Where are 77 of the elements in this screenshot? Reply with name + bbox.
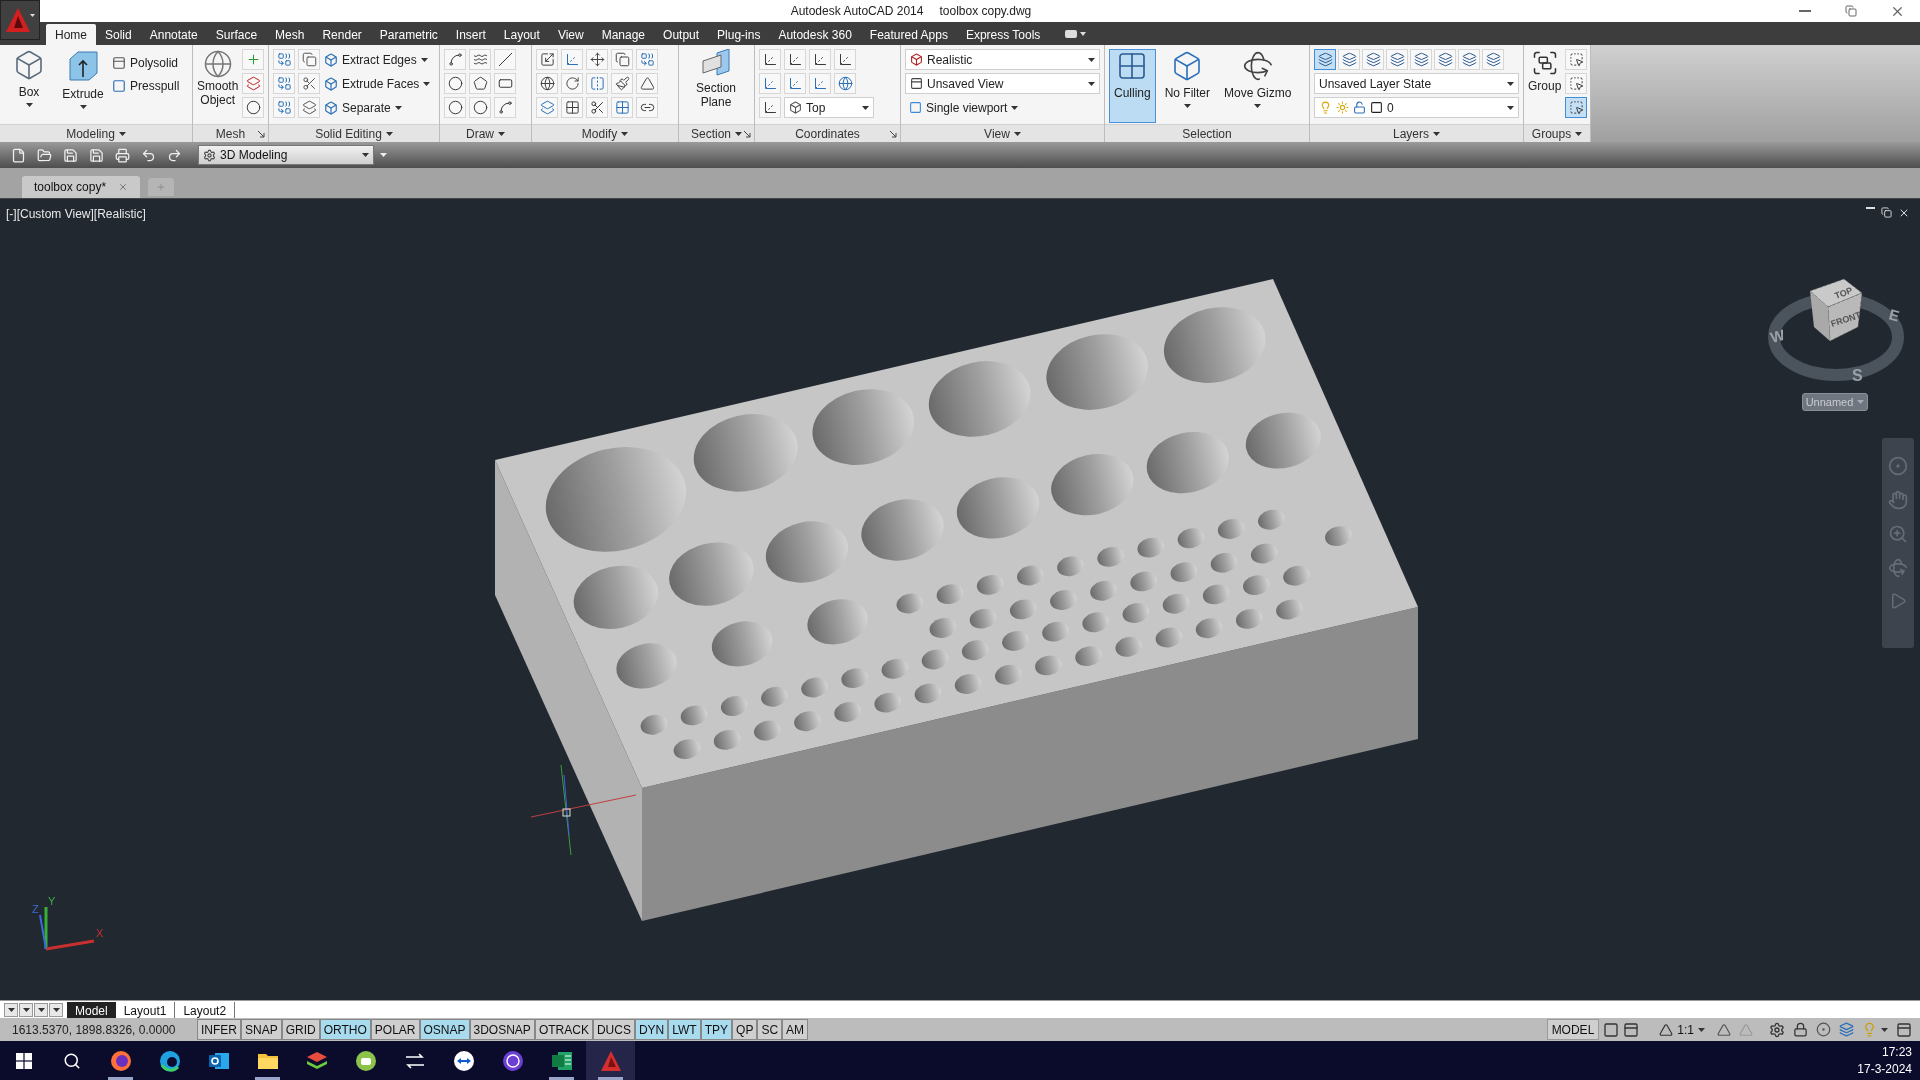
large-tool-button[interactable]: Group <box>1528 49 1562 95</box>
panel-title: Selection <box>1182 125 1232 143</box>
large-tool-button[interactable]: Move Gizmo <box>1219 49 1297 123</box>
small-tool-button[interactable]: Separate <box>324 97 431 118</box>
ribbon-tab[interactable]: Plug-ins <box>708 24 770 45</box>
ribbon-tab[interactable]: Annotate <box>140 24 207 45</box>
ribbon-tab[interactable]: Express Tools <box>956 24 1050 45</box>
panel-title: Groups <box>1531 125 1572 143</box>
status-toggle[interactable]: 3DOSNAP <box>469 1019 535 1040</box>
status-toggle[interactable]: AM <box>782 1019 809 1040</box>
panel-title: Layers <box>1393 125 1429 143</box>
large-tool-button[interactable]: Smooth Object <box>197 49 239 107</box>
ribbon-tab[interactable]: Parametric <box>370 24 447 45</box>
small-tool-button[interactable]: Extrude Faces <box>324 73 431 94</box>
ribbon-tab[interactable]: Solid <box>96 24 141 45</box>
status-toggle[interactable]: LWT <box>668 1019 701 1040</box>
ribbon-tab[interactable]: Render <box>313 24 371 45</box>
visual-style-dropdown[interactable]: Realistic <box>905 49 1100 70</box>
viewport-label[interactable]: [-][Custom View][Realistic] <box>6 205 146 223</box>
large-tool-button[interactable]: Culling <box>1109 49 1156 123</box>
viewport-config-dropdown[interactable]: Single viewport <box>905 97 1023 118</box>
panel-title: Mesh <box>215 125 246 143</box>
ribbon-tab[interactable]: Layout <box>494 24 549 45</box>
status-toggle[interactable]: SC <box>757 1019 783 1040</box>
ribbon-tab[interactable]: Insert <box>446 24 495 45</box>
panel-title: Coordinates <box>795 125 860 143</box>
ribbon-tab[interactable]: Output <box>654 24 709 45</box>
large-tool-button[interactable]: Section Plane <box>683 49 749 109</box>
large-tool-button[interactable]: Extrude <box>58 49 108 123</box>
workspace-dropdown[interactable]: 3D Modeling <box>198 145 374 165</box>
status-toggle[interactable]: DYN <box>634 1019 669 1040</box>
panel-title: Solid Editing <box>315 125 382 143</box>
status-toggle[interactable]: QP <box>732 1019 758 1040</box>
status-toggle[interactable]: OSNAP <box>419 1019 470 1040</box>
status-toggle[interactable]: DUCS <box>592 1019 635 1040</box>
large-tool-button[interactable]: Box <box>4 49 54 123</box>
panel-title: View <box>984 125 1010 143</box>
file-name: toolbox copy.dwg <box>939 3 1032 20</box>
status-toggle[interactable]: TPY <box>700 1019 733 1040</box>
coordinates-readout: 1613.5370, 1898.8326, 0.0000 <box>11 1021 177 1039</box>
ribbon-tab[interactable]: Autodesk 360 <box>769 24 861 45</box>
clock-time[interactable]: 17:23 <box>1881 1043 1912 1061</box>
document-tab[interactable]: toolbox copy* <box>22 176 141 198</box>
annotation-scale-button[interactable]: 1:1 <box>1655 1019 1709 1040</box>
clock-date[interactable]: 17-3-2024 <box>1857 1060 1912 1078</box>
ribbon-tab[interactable]: Surface <box>206 24 267 45</box>
ribbon-tab[interactable]: View <box>548 24 593 45</box>
small-tool-button[interactable]: Presspull <box>112 76 180 96</box>
panel-title: Modeling <box>66 125 115 143</box>
space-indicator[interactable]: MODEL <box>1546 1019 1600 1040</box>
status-toggle[interactable]: GRID <box>281 1019 320 1040</box>
panel-title: Draw <box>466 125 494 143</box>
status-toggle[interactable]: INFER <box>197 1019 241 1040</box>
ribbon-tab[interactable]: Featured Apps <box>860 24 957 45</box>
ucs-axis-drawing: Y Z X <box>30 893 110 955</box>
compass-label: E <box>1887 305 1902 325</box>
named-view-dropdown[interactable]: Unsaved View <box>905 73 1100 94</box>
ribbon-tab[interactable]: Mesh <box>266 24 314 45</box>
status-toggle[interactable]: POLAR <box>370 1019 420 1040</box>
panel-title: Modify <box>581 125 618 143</box>
view-direction-dropdown[interactable]: Top <box>784 97 874 118</box>
panel-title: Section <box>691 125 731 143</box>
status-toggle[interactable]: OTRACK <box>534 1019 593 1040</box>
compass-label: W <box>1768 325 1787 346</box>
status-toggle[interactable]: ORTHO <box>319 1019 371 1040</box>
small-tool-button[interactable]: Polysolid <box>112 53 180 73</box>
layer-dropdown[interactable]: 0 <box>1314 97 1519 118</box>
cube-face-label: TOP <box>1833 285 1854 301</box>
compass-label: S <box>1852 367 1863 384</box>
status-toggle[interactable]: SNAP <box>241 1019 282 1040</box>
ribbon-tab[interactable]: Home <box>46 24 96 45</box>
large-tool-button[interactable]: No Filter <box>1159 49 1216 123</box>
layer-state-dropdown[interactable]: Unsaved Layer State <box>1314 73 1519 94</box>
ribbon-tab[interactable]: Manage <box>592 24 655 45</box>
app-name: Autodesk AutoCAD 2014 <box>790 3 924 20</box>
small-tool-button[interactable]: Extract Edges <box>324 49 431 70</box>
model-tab[interactable]: Model <box>67 1001 116 1018</box>
